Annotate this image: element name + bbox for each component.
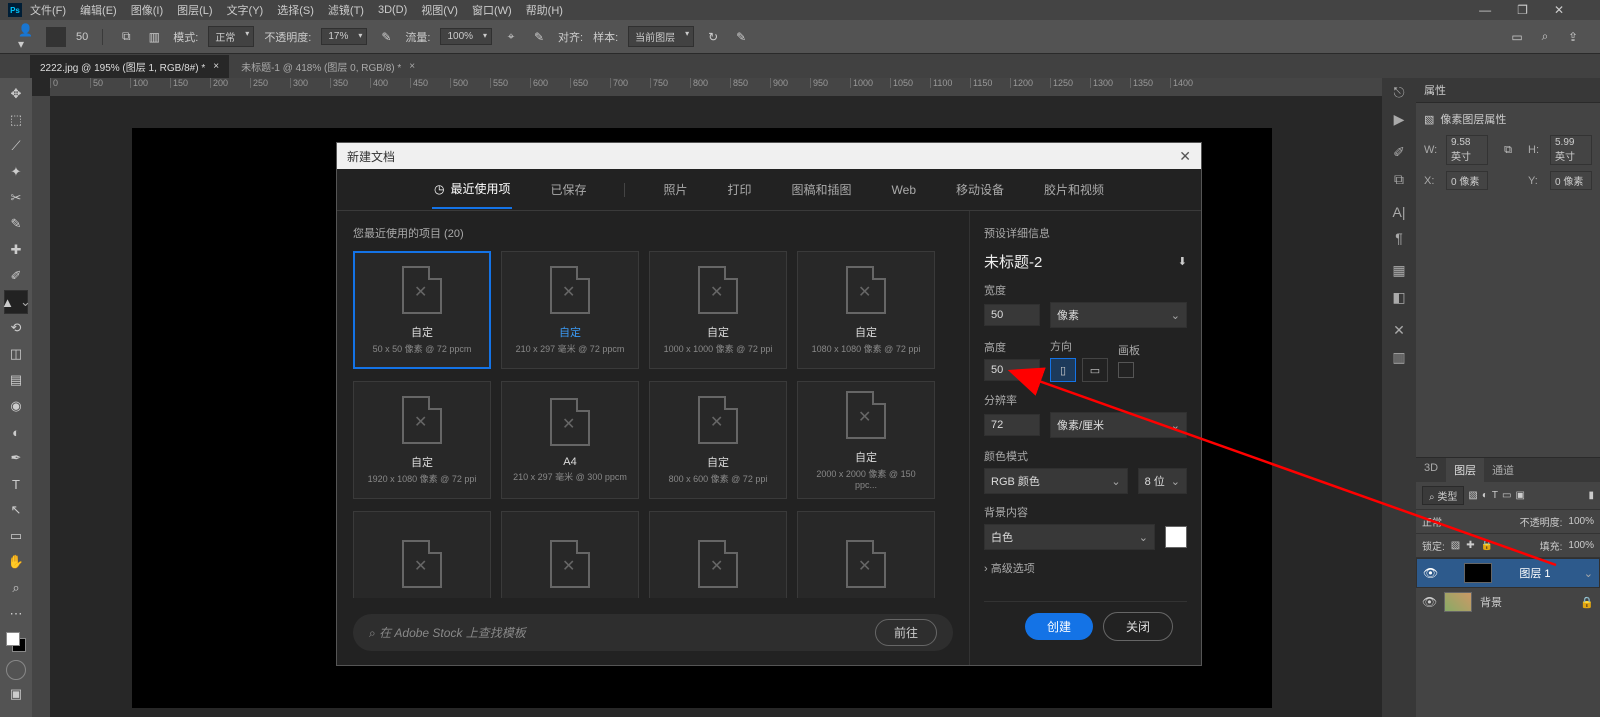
preset-item[interactable]: ✕: [797, 511, 935, 598]
width-unit-select[interactable]: 像素: [1050, 302, 1187, 328]
tab-web[interactable]: Web: [890, 173, 918, 207]
adobe-stock-bar: 在 Adobe Stock 上查找模板 前往: [353, 614, 953, 651]
preset-item[interactable]: ✕ 自定 800 x 600 像素 @ 72 ppi: [649, 381, 787, 499]
preset-item[interactable]: ✕ 自定 1080 x 1080 像素 @ 72 ppi: [797, 251, 935, 369]
preset-name: 自定: [707, 454, 729, 470]
preset-item[interactable]: ✕ 自定 1000 x 1000 像素 @ 72 ppi: [649, 251, 787, 369]
tab-photo[interactable]: 照片: [661, 171, 689, 208]
preset-dimensions: 210 x 297 毫米 @ 72 ppcm: [516, 342, 625, 355]
height-label: 高度: [984, 339, 1040, 355]
preset-item[interactable]: ✕ 自定 210 x 297 毫米 @ 72 ppcm: [501, 251, 639, 369]
file-icon: ✕: [402, 266, 442, 314]
orientation-landscape-button[interactable]: ▭: [1082, 358, 1108, 382]
bit-depth-select[interactable]: 8 位: [1138, 468, 1187, 494]
preset-name: 自定: [411, 324, 433, 340]
preset-item[interactable]: ✕ 自定 1920 x 1080 像素 @ 72 ppi: [353, 381, 491, 499]
file-icon: ✕: [846, 391, 886, 439]
resolution-unit-select[interactable]: 像素/厘米: [1050, 412, 1187, 438]
dialog-tabs: ◷最近使用项 已保存 照片 打印 图稿和插图 Web 移动设备 胶片和视频: [337, 169, 1201, 211]
tab-saved[interactable]: 已保存: [548, 171, 588, 208]
file-icon: ✕: [550, 266, 590, 314]
file-icon: ✕: [846, 540, 886, 588]
dialog-title-bar[interactable]: 新建文档 ✕: [337, 143, 1201, 169]
preset-name-input[interactable]: 未标题-2: [984, 251, 1172, 272]
save-preset-icon[interactable]: ⬇: [1178, 255, 1187, 268]
resolution-label: 分辨率: [984, 392, 1187, 408]
preset-item[interactable]: ✕: [649, 511, 787, 598]
new-document-dialog: 新建文档 ✕ ◷最近使用项 已保存 照片 打印 图稿和插图 Web 移动设备 胶…: [336, 142, 1202, 666]
resolution-input[interactable]: 72: [984, 414, 1040, 436]
width-label: 宽度: [984, 282, 1187, 298]
preset-name: A4: [563, 456, 576, 468]
width-input[interactable]: 50: [984, 304, 1040, 326]
preset-dimensions: 210 x 297 毫米 @ 300 ppcm: [513, 470, 627, 483]
file-icon: ✕: [402, 540, 442, 588]
tab-artillustration[interactable]: 图稿和插图: [790, 171, 854, 208]
preset-dimensions: 800 x 600 像素 @ 72 ppi: [669, 472, 768, 485]
file-icon: ✕: [698, 540, 738, 588]
tab-mobile[interactable]: 移动设备: [954, 171, 1006, 208]
stock-search-input[interactable]: 在 Adobe Stock 上查找模板: [369, 624, 865, 641]
color-mode-label: 颜色模式: [984, 448, 1187, 464]
preset-item[interactable]: ✕: [353, 511, 491, 598]
artboard-label: 画板: [1118, 342, 1140, 358]
stock-go-button[interactable]: 前往: [875, 619, 937, 646]
preset-name: 自定: [411, 454, 433, 470]
advanced-options-toggle[interactable]: 高级选项: [984, 560, 1187, 576]
details-section-label: 预设详细信息: [984, 225, 1187, 241]
orientation-label: 方向: [1050, 338, 1108, 354]
background-swatch[interactable]: [1165, 526, 1187, 548]
background-select[interactable]: 白色: [984, 524, 1155, 550]
file-icon: ✕: [402, 396, 442, 444]
close-button[interactable]: 关闭: [1103, 612, 1173, 641]
clock-icon: ◷: [434, 182, 444, 196]
file-icon: ✕: [698, 396, 738, 444]
tab-film[interactable]: 胶片和视频: [1042, 171, 1106, 208]
preset-item[interactable]: ✕ A4 210 x 297 毫米 @ 300 ppcm: [501, 381, 639, 499]
artboard-checkbox[interactable]: [1118, 362, 1134, 378]
file-icon: ✕: [550, 398, 590, 446]
height-input[interactable]: 50: [984, 359, 1040, 381]
recent-header: 您最近使用的项目 (20): [353, 225, 953, 241]
preset-item[interactable]: ✕ 自定 50 x 50 像素 @ 72 ppcm: [353, 251, 491, 369]
preset-details: 预设详细信息 未标题-2 ⬇ 宽度 50 像素 高度 50: [969, 211, 1201, 665]
preset-item[interactable]: ✕ 自定 2000 x 2000 像素 @ 150 ppc...: [797, 381, 935, 499]
preset-dimensions: 1000 x 1000 像素 @ 72 ppi: [664, 342, 773, 355]
dialog-title: 新建文档: [347, 148, 395, 165]
preset-name: 自定: [559, 324, 581, 340]
tab-print[interactable]: 打印: [726, 171, 754, 208]
preset-item[interactable]: ✕: [501, 511, 639, 598]
file-icon: ✕: [698, 266, 738, 314]
preset-dimensions: 1080 x 1080 像素 @ 72 ppi: [812, 342, 921, 355]
preset-dimensions: 1920 x 1080 像素 @ 72 ppi: [368, 472, 477, 485]
preset-name: 自定: [855, 324, 877, 340]
preset-dimensions: 50 x 50 像素 @ 72 ppcm: [373, 342, 472, 355]
file-icon: ✕: [550, 540, 590, 588]
tab-recent[interactable]: ◷最近使用项: [432, 170, 513, 209]
close-icon[interactable]: ✕: [1179, 148, 1191, 165]
preset-name: 自定: [707, 324, 729, 340]
background-label: 背景内容: [984, 504, 1187, 520]
create-button[interactable]: 创建: [1025, 613, 1093, 640]
preset-name: 自定: [855, 449, 877, 465]
orientation-portrait-button[interactable]: ▯: [1050, 358, 1076, 382]
color-mode-select[interactable]: RGB 颜色: [984, 468, 1128, 494]
preset-dimensions: 2000 x 2000 像素 @ 150 ppc...: [806, 467, 926, 490]
file-icon: ✕: [846, 266, 886, 314]
